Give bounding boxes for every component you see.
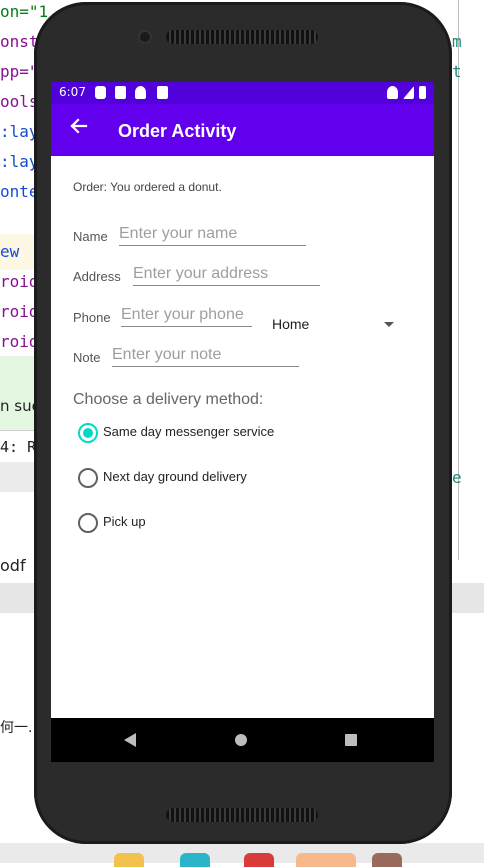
sd-card-icon bbox=[157, 86, 168, 99]
phone-label: Phone bbox=[73, 310, 111, 325]
note-field[interactable]: Enter your note bbox=[112, 346, 299, 367]
speaker-grille bbox=[166, 30, 318, 44]
right-char: m bbox=[452, 32, 462, 51]
app-icon[interactable] bbox=[296, 853, 356, 867]
app-bar: Order Activity bbox=[51, 104, 434, 156]
ide-right-panel bbox=[458, 0, 484, 560]
page-title: Order Activity bbox=[118, 121, 237, 141]
browser-icon[interactable] bbox=[180, 853, 210, 867]
nav-bar bbox=[51, 718, 434, 762]
code-line: on="1 bbox=[0, 2, 49, 21]
address-label: Address bbox=[73, 269, 121, 284]
order-message: Order: You ordered a donut. bbox=[73, 180, 222, 194]
os-taskbar bbox=[0, 843, 484, 863]
shield-icon bbox=[95, 86, 106, 99]
right-char: e bbox=[452, 468, 462, 487]
code-line: onte bbox=[0, 182, 39, 201]
status-time: 6:07 bbox=[59, 85, 86, 99]
phone-type-value: Home bbox=[272, 316, 310, 332]
speaker-grille bbox=[166, 808, 318, 822]
avatar-icon[interactable] bbox=[372, 853, 402, 867]
code-line: :lay bbox=[0, 122, 39, 141]
battery-icon bbox=[419, 86, 426, 99]
pdf-label: odf bbox=[0, 556, 26, 575]
nav-back-icon[interactable] bbox=[124, 733, 136, 747]
name-field[interactable]: Enter your name bbox=[119, 225, 306, 246]
name-label: Name bbox=[73, 229, 108, 244]
notification-icon bbox=[115, 86, 126, 99]
code-line: roid bbox=[0, 332, 39, 351]
radio-checked-icon[interactable] bbox=[78, 423, 98, 443]
code-line: onst bbox=[0, 32, 39, 51]
radio-unchecked-icon[interactable] bbox=[78, 468, 98, 488]
radio-pick-up[interactable]: Pick up bbox=[77, 511, 377, 535]
radio-unchecked-icon[interactable] bbox=[78, 513, 98, 533]
right-char: t bbox=[452, 62, 462, 81]
radio-label: Same day messenger service bbox=[103, 424, 275, 439]
code-line: roid bbox=[0, 302, 39, 321]
code-line: pp=" bbox=[0, 62, 39, 81]
radio-label: Pick up bbox=[103, 514, 146, 529]
address-field[interactable]: Enter your address bbox=[133, 265, 320, 286]
nav-home-icon[interactable] bbox=[235, 734, 247, 746]
phone-screen: 6:07 Order Activity Order: You ordered a… bbox=[51, 82, 434, 762]
chevron-down-icon bbox=[384, 322, 394, 327]
wifi-icon bbox=[135, 86, 146, 99]
app-icon[interactable] bbox=[244, 853, 274, 867]
camera-icon bbox=[140, 32, 150, 42]
code-line: :lay bbox=[0, 152, 39, 171]
radio-label: Next day ground delivery bbox=[103, 469, 247, 484]
radio-next-day[interactable]: Next day ground delivery bbox=[77, 466, 377, 490]
code-line: roid bbox=[0, 272, 39, 291]
status-bar: 6:07 bbox=[51, 82, 434, 104]
arrow-left-icon[interactable] bbox=[65, 115, 91, 141]
code-line: ools bbox=[0, 92, 39, 111]
phone-field[interactable]: Enter your phone bbox=[121, 306, 252, 327]
code-line: ew bbox=[0, 242, 20, 261]
wifi-signal-icon bbox=[387, 86, 398, 99]
nav-recents-icon[interactable] bbox=[345, 734, 357, 746]
note-label: Note bbox=[73, 350, 101, 365]
radio-same-day[interactable]: Same day messenger service bbox=[77, 421, 377, 445]
phone-type-spinner[interactable]: Home bbox=[272, 315, 402, 337]
cell-signal-icon bbox=[403, 86, 414, 99]
delivery-title: Choose a delivery method: bbox=[73, 391, 264, 408]
folder-icon[interactable] bbox=[114, 853, 144, 867]
